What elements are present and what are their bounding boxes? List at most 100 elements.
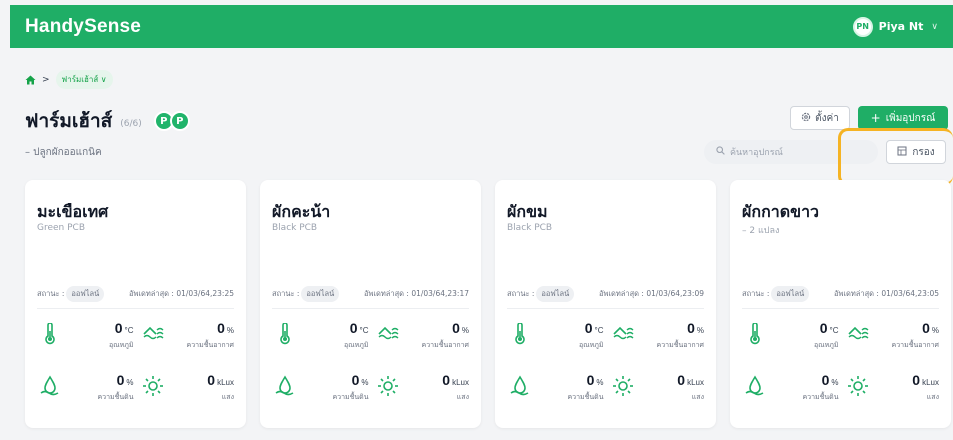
device-card-grid: มะเขือเทศ Green PCB สถานะ : ออฟไลน์ อัพเ… — [25, 180, 951, 428]
humidity-value: 0 — [217, 320, 225, 336]
sensor-metrics: 0 °C อุณหภูมิ 0% ความชื้นอากาศ 0% ความชื… — [507, 320, 704, 406]
add-device-label: เพิ่มอุปกรณ์ — [885, 112, 936, 124]
status-badge: ออฟไลน์ — [771, 286, 810, 302]
humidity-metric: 0% ความชื้นอากาศ — [841, 320, 939, 354]
last-updated: อัพเดทล่าสุด : 01/03/64,23:17 — [363, 289, 469, 298]
light-value: 0 — [912, 372, 921, 388]
temperature-metric: 0 °C อุณหภูมิ — [37, 320, 136, 354]
last-updated: อัพเดทล่าสุด : 01/03/64,23:05 — [833, 289, 939, 298]
air-humidity-icon — [610, 320, 636, 348]
sensor-metrics: 0 °C อุณหภูมิ 0% ความชื้นอากาศ 0% ความชื… — [272, 320, 469, 406]
status-row: สถานะ : ออฟไลน์ อัพเดทล่าสุด : 01/03/64,… — [507, 286, 704, 302]
sun-icon — [845, 372, 871, 400]
sun-icon — [140, 372, 166, 400]
device-card[interactable]: มะเขือเทศ Green PCB สถานะ : ออฟไลน์ อัพเ… — [25, 180, 246, 428]
temperature-value: 0 — [349, 320, 358, 336]
status-label: สถานะ : — [37, 289, 65, 298]
temperature-value: 0 — [114, 320, 123, 336]
device-board: Black PCB — [272, 223, 318, 233]
humidity-label: ความชื้นอากาศ — [421, 341, 469, 349]
thermometer-icon — [507, 320, 533, 348]
temperature-unit: °C — [359, 326, 369, 335]
temperature-label: อุณหภูมิ — [108, 341, 134, 349]
device-name: มะเขือเทศ — [37, 204, 109, 221]
humidity-unit: % — [226, 326, 234, 335]
avatar: PN — [852, 16, 873, 37]
last-updated: อัพเดทล่าสุด : 01/03/64,23:09 — [598, 289, 704, 298]
soil-moisture-metric: 0% ความชื้นดิน — [37, 372, 136, 406]
add-device-button[interactable]: + เพิ่มอุปกรณ์ — [858, 106, 948, 130]
status-badge: ออฟไลน์ — [536, 286, 575, 302]
device-board: Green PCB — [37, 223, 86, 233]
soil-moisture-metric: 0% ความชื้นดิน — [507, 372, 606, 406]
soil-moisture-metric: 0% ความชื้นดิน — [742, 372, 841, 406]
device-card[interactable]: ผักคะน้า Black PCB สถานะ : ออฟไลน์ อัพเด… — [260, 180, 481, 428]
status-row: สถานะ : ออฟไลน์ อัพเดทล่าสุด : 01/03/64,… — [742, 286, 939, 302]
device-card[interactable]: ผักกาดขาว – 2 แปลง สถานะ : ออฟไลน์ อัพเด… — [730, 180, 951, 428]
temperature-value: 0 — [584, 320, 593, 336]
device-name: ผักขม — [507, 204, 548, 221]
soil-moisture-label: ความชื้นดิน — [802, 393, 839, 401]
thermometer-icon — [37, 320, 63, 348]
top-navbar: HandySense PN Piya Nt ∨ — [10, 5, 953, 48]
user-name: Piya Nt — [878, 20, 924, 33]
soil-moisture-unit: % — [126, 378, 134, 387]
humidity-unit: % — [696, 326, 704, 335]
soil-moisture-unit: % — [831, 378, 839, 387]
sensor-metrics: 0 °C อุณหภูมิ 0% ความชื้นอากาศ 0% ความชื… — [37, 320, 234, 406]
home-icon[interactable] — [25, 75, 36, 85]
humidity-value: 0 — [452, 320, 460, 336]
humidity-unit: % — [931, 326, 939, 335]
soil-moisture-value: 0 — [351, 372, 360, 388]
plus-icon: + — [870, 111, 881, 125]
status-label: สถานะ : — [507, 289, 535, 298]
device-card[interactable]: ผักขม Black PCB สถานะ : ออฟไลน์ อัพเดทล่… — [495, 180, 716, 428]
humidity-value: 0 — [922, 320, 930, 336]
temperature-unit: °C — [594, 326, 604, 335]
light-unit: kLux — [687, 378, 704, 387]
sun-icon — [375, 372, 401, 400]
temperature-unit: °C — [829, 326, 839, 335]
humidity-label: ความชื้นอากาศ — [186, 341, 234, 349]
divider — [742, 308, 939, 309]
humidity-label: ความชื้นอากาศ — [891, 341, 939, 349]
light-metric: 0 kLux แสง — [606, 372, 704, 406]
soil-moisture-label: ความชื้นดิน — [332, 393, 369, 401]
filter-highlight-annotation — [838, 128, 953, 186]
light-metric: 0 kLux แสง — [136, 372, 234, 406]
soil-moisture-value: 0 — [116, 372, 125, 388]
light-label: แสง — [221, 393, 234, 401]
user-menu[interactable]: PN Piya Nt ∨ — [852, 16, 938, 37]
soil-moisture-icon — [742, 372, 768, 400]
humidity-metric: 0% ความชื้นอากาศ — [606, 320, 704, 354]
app-logo[interactable]: HandySense — [25, 16, 141, 38]
temperature-metric: 0 °C อุณหภูมิ — [742, 320, 841, 354]
soil-moisture-unit: % — [361, 378, 369, 387]
soil-moisture-metric: 0% ความชื้นดิน — [272, 372, 371, 406]
temperature-value: 0 — [819, 320, 828, 336]
status-badge: ออฟไลน์ — [301, 286, 340, 302]
last-updated: อัพเดทล่าสุด : 01/03/64,23:25 — [128, 289, 234, 298]
soil-moisture-unit: % — [596, 378, 604, 387]
search-placeholder: ค้นหาอุปกรณ์ — [730, 148, 783, 158]
breadcrumb-separator: > — [42, 74, 50, 85]
air-humidity-icon — [140, 320, 166, 348]
member-avatar[interactable]: P — [169, 111, 190, 131]
status-badge: ออฟไลน์ — [66, 286, 105, 302]
light-label: แสง — [456, 393, 469, 401]
settings-button[interactable]: ตั้งค่า — [790, 106, 850, 130]
page-title: ฟาร์มเฮ้าส์ — [25, 111, 113, 132]
soil-moisture-value: 0 — [821, 372, 830, 388]
device-count: (6/6) — [120, 118, 142, 129]
temperature-metric: 0 °C อุณหภูมิ — [507, 320, 606, 354]
gear-icon — [801, 112, 811, 125]
temperature-unit: °C — [124, 326, 134, 335]
temperature-label: อุณหภูมิ — [343, 341, 369, 349]
light-unit: kLux — [217, 378, 234, 387]
sun-icon — [610, 372, 636, 400]
breadcrumb-current[interactable]: ฟาร์มเฮ้าส์ ∨ — [55, 70, 113, 89]
humidity-value: 0 — [687, 320, 695, 336]
light-unit: kLux — [922, 378, 939, 387]
light-value: 0 — [677, 372, 686, 388]
temperature-label: อุณหภูมิ — [813, 341, 839, 349]
